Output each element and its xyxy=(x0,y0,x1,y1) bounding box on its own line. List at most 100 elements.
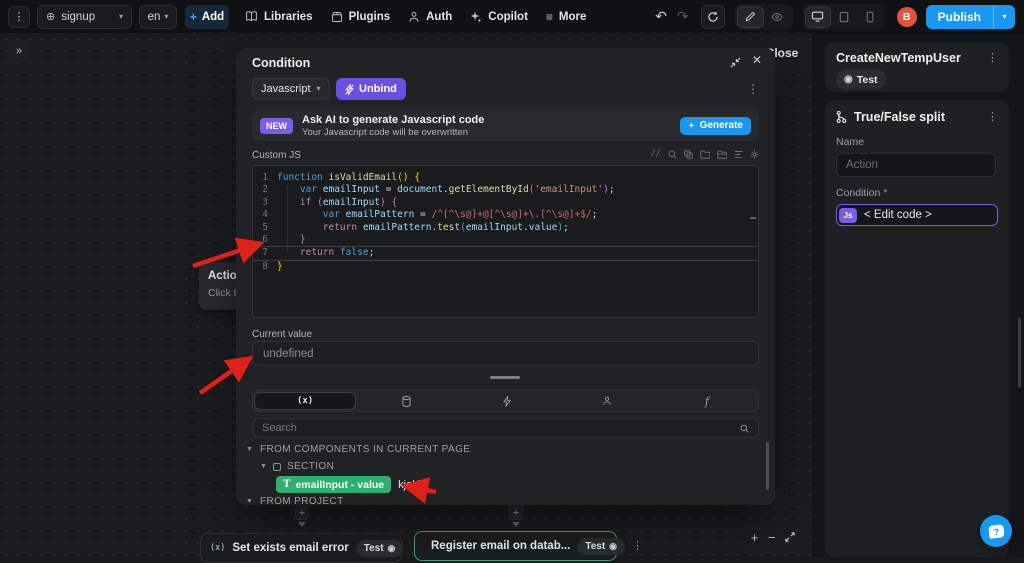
editor-label: Custom JS xyxy=(252,150,301,161)
redo-button[interactable]: ↷ xyxy=(677,8,689,25)
code-line[interactable]: 2 var emailInput = document.getElementBy… xyxy=(253,184,758,196)
desktop-button[interactable] xyxy=(804,5,831,28)
true-false-split-card: True/False split ⋮ Name Condition * Js <… xyxy=(825,100,1009,557)
tablet-button[interactable] xyxy=(831,6,857,28)
locale-selector[interactable]: en ▾ xyxy=(139,4,177,29)
page-selector[interactable]: ⊕ signup ▾ xyxy=(37,4,132,29)
settings-icon[interactable] xyxy=(750,149,759,159)
tree-item-section[interactable]: ▼ SECTION xyxy=(260,461,334,472)
folder-open-icon[interactable] xyxy=(717,150,727,159)
unbind-button[interactable]: Unbind xyxy=(336,78,406,100)
plus-icon: + xyxy=(189,9,197,24)
code-line[interactable]: 8} xyxy=(253,261,758,273)
add-node-button[interactable]: + xyxy=(509,506,523,520)
workflow-node-set-exists-email-error[interactable]: (x) Set exists email error Test◉ ⋮ xyxy=(200,533,421,563)
search-field[interactable] xyxy=(252,418,759,438)
comment-icon[interactable]: // xyxy=(651,149,661,159)
edit-mode-button[interactable] xyxy=(736,5,764,28)
user-avatar[interactable]: B xyxy=(896,6,917,27)
condition-field[interactable]: Js < Edit code > xyxy=(836,204,998,226)
tree-item-email-input[interactable]: T emailInput - value kjokkj xyxy=(276,476,426,493)
mobile-button[interactable] xyxy=(857,6,883,28)
test-badge[interactable]: ◉ Test xyxy=(836,70,886,89)
sidebar-expand-button[interactable]: » xyxy=(8,40,30,62)
chat-icon: ? xyxy=(987,523,1005,539)
code-line[interactable]: 4 var emailPattern = /^[^\s@]+@[^\s@]+\.… xyxy=(253,209,758,221)
kebab-icon[interactable]: ⋮ xyxy=(987,52,998,64)
refresh-button[interactable] xyxy=(700,4,725,29)
zoom-in-button[interactable]: + xyxy=(751,530,759,545)
zoom-out-button[interactable]: − xyxy=(768,530,776,545)
current-value-label: Current value xyxy=(252,329,313,340)
chevron-down-icon: ▾ xyxy=(164,11,169,21)
language-selector[interactable]: Javascript ▾ xyxy=(252,78,330,100)
fit-screen-button[interactable] xyxy=(785,532,795,542)
window-menu-button[interactable]: ⋮ xyxy=(8,5,30,28)
tab-variables[interactable]: (x) xyxy=(254,392,357,410)
menu-icon: ≡ xyxy=(545,9,553,24)
code-line[interactable]: 7 return false; xyxy=(253,246,758,261)
target-icon: ◉ xyxy=(387,542,396,553)
test-badge[interactable]: Test ◉ xyxy=(355,539,404,557)
tab-user[interactable] xyxy=(557,392,657,410)
name-input[interactable] xyxy=(836,153,996,177)
code-line[interactable]: 3 if (emailInput) { xyxy=(253,197,758,209)
menu-plugins[interactable]: Plugins xyxy=(331,11,390,23)
modal-close-button[interactable]: ✕ xyxy=(752,53,762,67)
tree-group-project[interactable]: ▼ FROM PROJECT xyxy=(246,496,344,505)
tab-workflows[interactable] xyxy=(456,392,556,410)
node-label: Set exists email error xyxy=(232,542,349,554)
tab-formulas[interactable]: f xyxy=(657,392,757,410)
add-node-button[interactable]: + xyxy=(295,506,309,520)
menu-libraries[interactable]: Libraries xyxy=(245,10,313,23)
tree-group-components[interactable]: ▼ FROM COMPONENTS IN CURRENT PAGE xyxy=(246,444,470,455)
add-button[interactable]: + Add xyxy=(185,4,229,29)
kebab-icon: ⋮ xyxy=(13,11,25,23)
pencil-icon xyxy=(745,11,755,22)
device-toggle xyxy=(802,3,885,30)
js-badge: Js xyxy=(839,207,857,223)
drag-handle[interactable] xyxy=(490,376,520,379)
email-input-pill[interactable]: T emailInput - value xyxy=(276,476,392,493)
publish-dropdown-button[interactable]: ▾ xyxy=(993,4,1015,29)
unbind-icon xyxy=(345,83,354,95)
copy-icon[interactable] xyxy=(684,149,693,159)
code-editor[interactable]: 1 function isValidEmail() {2 var emailInp… xyxy=(252,165,759,318)
tree-scrollbar[interactable] xyxy=(766,442,769,490)
folder-icon[interactable] xyxy=(700,150,710,159)
menu-copilot[interactable]: Copilot xyxy=(470,11,528,23)
book-icon xyxy=(246,11,257,22)
connector-arrow-icon xyxy=(512,522,520,527)
package-icon xyxy=(331,11,342,22)
chevron-down-icon: ▾ xyxy=(1002,11,1007,21)
code-line[interactable]: 1 function isValidEmail() { xyxy=(253,172,758,184)
tab-data[interactable] xyxy=(356,392,456,410)
close-icon: ✕ xyxy=(751,53,762,67)
menu-auth[interactable]: Auth xyxy=(408,11,452,23)
undo-icon: ↶ xyxy=(655,8,667,24)
kebab-icon[interactable]: ⋮ xyxy=(987,111,998,123)
kebab-icon[interactable]: ⋮ xyxy=(632,540,643,552)
preview-mode-button[interactable] xyxy=(764,6,791,28)
search-icon[interactable] xyxy=(668,150,677,159)
code-lines: 1 function isValidEmail() {2 var emailInp… xyxy=(253,166,758,273)
search-input[interactable] xyxy=(262,422,740,434)
help-chat-button[interactable]: ? xyxy=(980,515,1012,547)
menu-more[interactable]: ≡ More xyxy=(546,10,587,24)
modal-kebab-icon[interactable]: ⋮ xyxy=(747,83,759,95)
publish-button[interactable]: Publish xyxy=(925,4,993,29)
code-line[interactable]: 6 } xyxy=(253,234,758,246)
undo-button[interactable]: ↶ xyxy=(655,8,667,25)
workflow-card[interactable]: CreateNewTempUser ⋮ ◉ Test xyxy=(825,42,1009,92)
collapse-button[interactable] xyxy=(730,57,741,68)
code-line[interactable]: 5 return emailPattern.test(emailInput.va… xyxy=(253,222,758,234)
page-selector-value: signup xyxy=(61,10,96,23)
function-icon: f xyxy=(704,394,709,408)
test-badge[interactable]: Test ◉ xyxy=(577,537,626,555)
format-icon[interactable] xyxy=(734,150,743,159)
expand-icon xyxy=(785,532,795,542)
generate-button[interactable]: Generate xyxy=(679,116,751,135)
chevron-down-icon: ▼ xyxy=(246,446,253,453)
panel-scrollbar[interactable] xyxy=(1018,318,1021,388)
condition-value: < Edit code > xyxy=(864,209,932,221)
